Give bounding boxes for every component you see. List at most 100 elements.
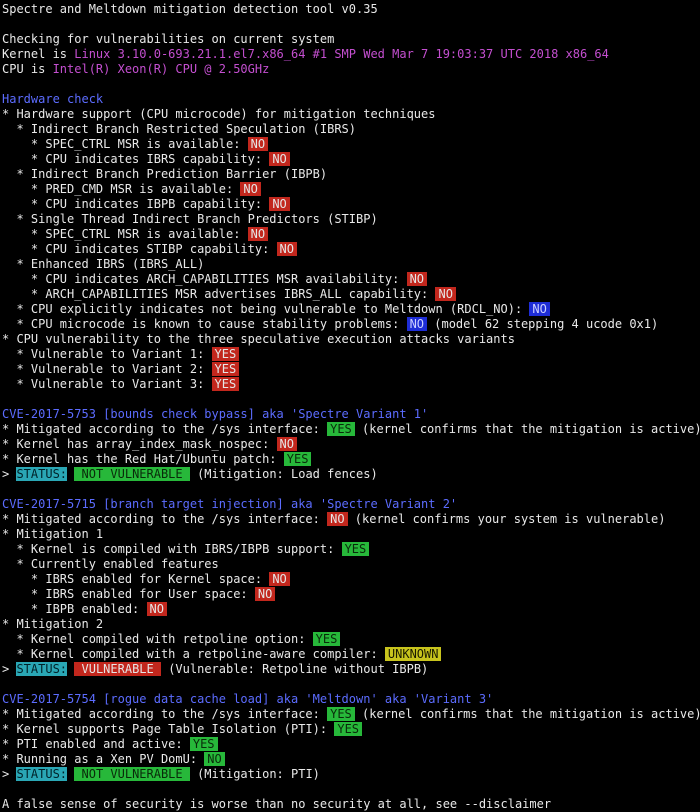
cve2-line-1-note: (kernel confirms your system is vulnerab… [347,512,666,526]
cve3-line-1: * Mitigated according to the /sys interf… [2,707,700,722]
cve3-line-1-note: (kernel confirms that the mitigation is … [354,707,700,721]
status-badge: YES [312,632,341,646]
status-badge: YES [211,362,240,376]
cve1-line-3-label: * Kernel has the Red Hat/Ubuntu patch: [2,452,284,466]
cpu-value: Intel(R) Xeon(R) CPU @ 2.50GHz [52,62,270,76]
cpu-prefix: CPU is [2,62,53,76]
prompt-marker: > [2,662,17,676]
hw-line-15-label: * CPU microcode is known to cause stabil… [2,317,407,331]
status-badge: NO [240,182,261,196]
status-badge: NO [435,287,456,301]
cve2-line-9-label: * Kernel compiled with retpoline option: [2,632,313,646]
kernel-prefix: Kernel is [2,47,75,61]
status-note: (Vulnerable: Retpoline without IBPB) [160,662,429,676]
status-note: (Mitigation: Load fences) [189,467,378,481]
cve2-line-7-label: * IBPB enabled: [2,602,147,616]
cve1-line-1-note: (kernel confirms that the mitigation is … [354,422,700,436]
hw-line-5: * Indirect Branch Prediction Barrier (IB… [2,167,328,181]
status-badge: NO [269,152,290,166]
cve2-line-5-label: * IBRS enabled for Kernel space: [2,572,270,586]
cve2-line-10-label: * Kernel compiled with a retpoline-aware… [2,647,385,661]
cve1-heading: CVE-2017-5753 [bounds check bypass] aka … [2,407,429,421]
hw-line-9: * SPEC_CTRL MSR is available: NO [2,227,269,242]
cve3-line-3-label: * PTI enabled and active: [2,737,190,751]
cve1-status: > STATUS: NOT VULNERABLE (Mitigation: Lo… [2,467,378,482]
hw-line-2: * Indirect Branch Restricted Speculation… [2,122,357,136]
hw-line-13-label: * ARCH_CAPABILITIES MSR advertises IBRS_… [2,287,436,301]
cve2-heading: CVE-2017-5715 [branch target injection] … [2,497,458,511]
status-badge: YES [283,452,312,466]
hardware-check-heading: Hardware check [2,92,104,106]
hw-line-18-label: * Vulnerable to Variant 2: [2,362,212,376]
status-label: STATUS: [16,767,68,781]
hw-line-14: * CPU explicitly indicates not being vul… [2,302,550,317]
cve1-line-1-label: * Mitigated according to the /sys interf… [2,422,328,436]
status-value-badge: NOT VULNERABLE [74,467,190,481]
hw-line-10: * CPU indicates STIBP capability: NO [2,242,297,257]
hw-line-14-label: * CPU explicitly indicates not being vul… [2,302,530,316]
hw-line-8: * Single Thread Indirect Branch Predicto… [2,212,378,226]
status-note: (Mitigation: PTI) [189,767,320,781]
cve2-line-5: * IBRS enabled for Kernel space: NO [2,572,290,587]
status-badge: NO [269,572,290,586]
cve2-line-9: * Kernel compiled with retpoline option:… [2,632,341,647]
hw-line-13: * ARCH_CAPABILITIES MSR advertises IBRS_… [2,287,456,302]
hw-line-4-label: * CPU indicates IBRS capability: [2,152,270,166]
status-badge: NO [276,437,297,451]
cve3-line-3: * PTI enabled and active: YES [2,737,218,752]
cve3-line-4-label: * Running as a Xen PV DomU: [2,752,205,766]
status-badge: NO [529,302,550,316]
hw-line-12-label: * CPU indicates ARCH_CAPABILITIES MSR av… [2,272,407,286]
cve2-line-3-label: * Kernel is compiled with IBRS/IBPB supp… [2,542,342,556]
cve2-line-6: * IBRS enabled for User space: NO [2,587,276,602]
hw-line-11: * Enhanced IBRS (IBRS_ALL) [2,257,205,271]
cve1-line-3: * Kernel has the Red Hat/Ubuntu patch: Y… [2,452,312,467]
status-label: STATUS: [16,662,68,676]
hw-line-4: * CPU indicates IBRS capability: NO [2,152,290,167]
hw-line-18: * Vulnerable to Variant 2: YES [2,362,240,377]
status-badge: YES [211,377,240,391]
cve3-line-2-label: * Kernel supports Page Table Isolation (… [2,722,335,736]
status-badge: NO [254,587,276,601]
status-badge: UNKNOWN [384,647,442,661]
hw-line-1: * Hardware support (CPU microcode) for m… [2,107,436,121]
cve2-status: > STATUS: VULNERABLE (Vulnerable: Retpol… [2,662,428,677]
status-badge: NO [146,602,167,616]
terminal-window: Spectre and Meltdown mitigation detectio… [0,0,700,811]
hw-line-6: * PRED_CMD MSR is available: NO [2,182,261,197]
status-value-badge: VULNERABLE [74,662,161,676]
checking-line: Checking for vulnerabilities on current … [2,32,335,46]
status-badge: YES [327,707,355,721]
hw-line-6-label: * PRED_CMD MSR is available: [2,182,241,196]
hw-line-3-label: * SPEC_CTRL MSR is available: [2,137,248,151]
status-badge: NO [406,272,428,286]
hw-line-3: * SPEC_CTRL MSR is available: NO [2,137,269,152]
cve2-line-2: * Mitigation 1 [2,527,104,541]
cve2-line-1: * Mitigated according to the /sys interf… [2,512,665,527]
cve1-line-2: * Kernel has array_index_mask_nospec: NO [2,437,297,452]
kernel-line: Kernel is Linux 3.10.0-693.21.1.el7.x86_… [2,47,609,62]
hw-line-12: * CPU indicates ARCH_CAPABILITIES MSR av… [2,272,428,287]
hw-line-9-label: * SPEC_CTRL MSR is available: [2,227,248,241]
prompt-marker: > [2,767,17,781]
hw-line-16: * CPU vulnerability to the three specula… [2,332,515,346]
cve2-line-1-label: * Mitigated according to the /sys interf… [2,512,328,526]
cve3-line-1-label: * Mitigated according to the /sys interf… [2,707,328,721]
cve2-line-3: * Kernel is compiled with IBRS/IBPB supp… [2,542,370,557]
status-badge: NO [247,227,269,241]
cve3-line-4: * Running as a Xen PV DomU: NO [2,752,225,767]
status-badge: YES [189,737,218,751]
cve2-line-8: * Mitigation 2 [2,617,104,631]
status-badge: NO [327,512,348,526]
hw-line-15-note: (model 62 stepping 4 ucode 0x1) [427,317,659,331]
cve3-heading: CVE-2017-5754 [rogue data cache load] ak… [2,692,494,706]
status-badge: NO [247,137,269,151]
status-badge: YES [211,347,240,361]
cve1-line-1: * Mitigated according to the /sys interf… [2,422,700,437]
hw-line-17-label: * Vulnerable to Variant 1: [2,347,212,361]
status-badge: YES [327,422,355,436]
status-badge: NO [276,242,297,256]
cve3-line-2: * Kernel supports Page Table Isolation (… [2,722,363,737]
cve1-line-2-label: * Kernel has array_index_mask_nospec: [2,437,277,451]
status-badge: YES [341,542,370,556]
